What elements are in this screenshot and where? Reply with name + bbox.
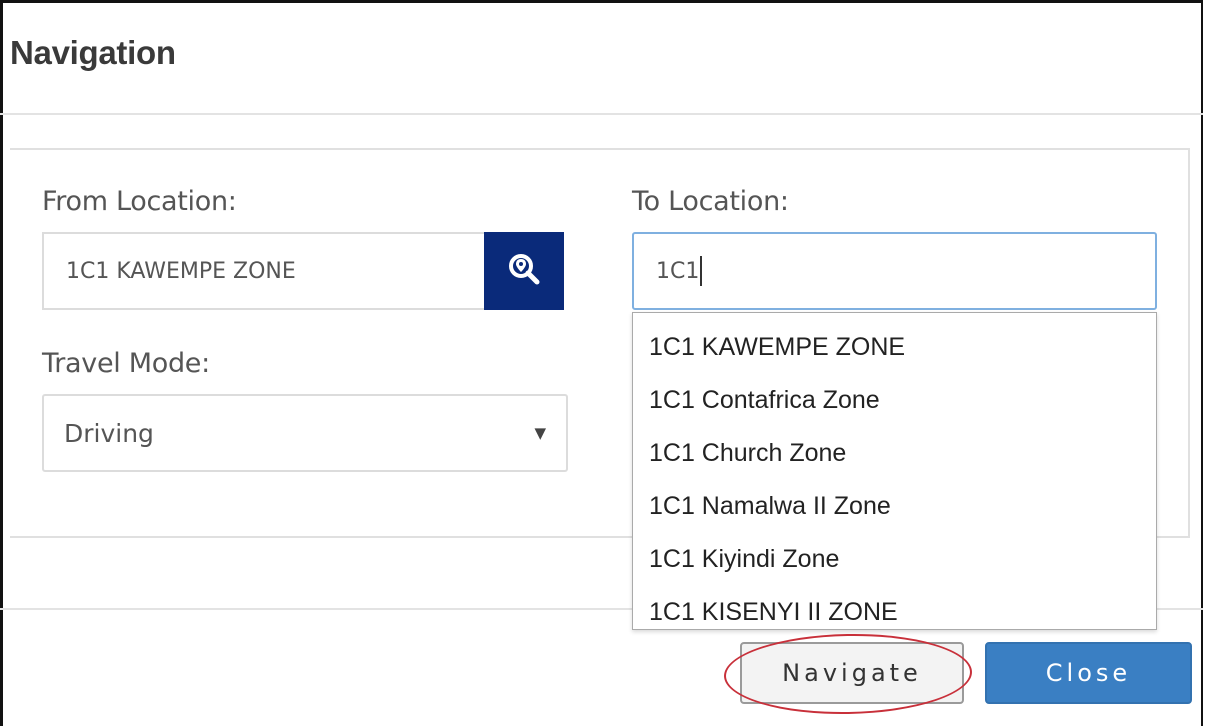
autocomplete-item[interactable]: 1C1 Church Zone <box>633 427 1156 480</box>
travel-mode-select[interactable]: Driving ▼ <box>42 394 568 472</box>
autocomplete-item[interactable]: 1C1 KAWEMPE ZONE <box>633 321 1156 374</box>
search-location-icon <box>507 252 541 291</box>
header-divider <box>0 113 1203 115</box>
autocomplete-item[interactable]: 1C1 Contafrica Zone <box>633 374 1156 427</box>
text-cursor <box>700 256 703 286</box>
to-location-value: 1C1 <box>656 258 700 284</box>
search-location-button[interactable] <box>484 232 564 310</box>
footer-divider <box>0 608 632 610</box>
modal-title: Navigation <box>10 34 176 71</box>
from-location-label: From Location: <box>42 186 237 217</box>
caret-down-icon: ▼ <box>534 424 546 442</box>
autocomplete-item[interactable]: 1C1 Namalwa II Zone <box>633 480 1156 533</box>
autocomplete-dropdown: 1C1 KAWEMPE ZONE 1C1 Contafrica Zone 1C1… <box>632 312 1157 630</box>
travel-mode-label: Travel Mode: <box>42 348 210 379</box>
to-location-label: To Location: <box>632 186 789 217</box>
from-location-input[interactable]: 1C1 KAWEMPE ZONE <box>42 232 486 310</box>
travel-mode-value: Driving <box>64 418 154 448</box>
navigate-button[interactable]: Navigate <box>740 642 964 704</box>
footer-divider-right <box>1157 608 1203 610</box>
close-button[interactable]: Close <box>985 642 1192 704</box>
autocomplete-item[interactable]: 1C1 Kiyindi Zone <box>633 533 1156 586</box>
autocomplete-item[interactable]: 1C1 KISENYI II ZONE <box>633 586 1156 639</box>
to-location-input[interactable]: 1C1 <box>632 232 1157 310</box>
